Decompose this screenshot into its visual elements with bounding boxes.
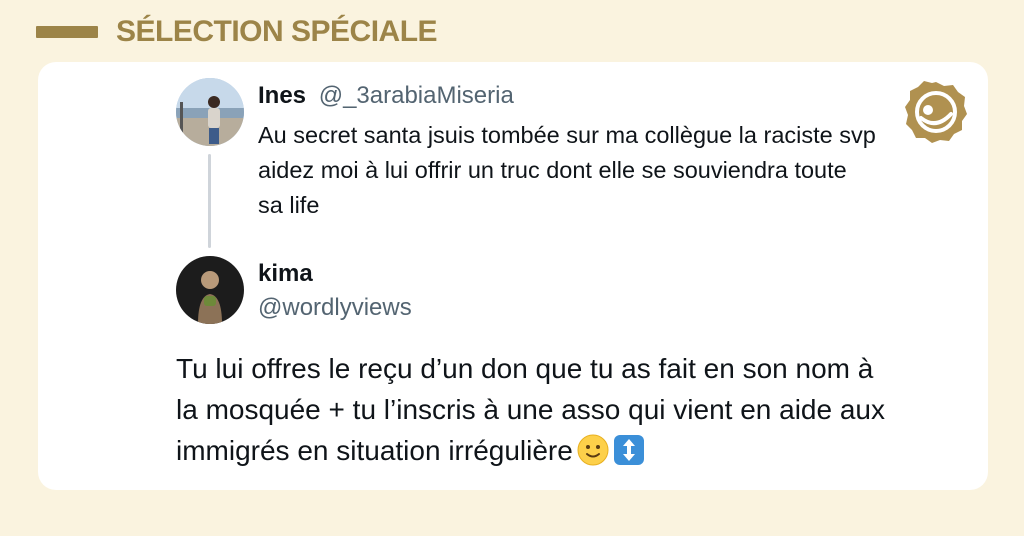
slightly-smiling-face-emoji <box>577 434 609 466</box>
avatar-kima[interactable] <box>176 256 244 324</box>
reply-author-handle[interactable]: @wordlyviews <box>258 294 412 322</box>
section-header: SÉLECTION SPÉCIALE <box>36 10 438 54</box>
brand-logo-icon <box>905 81 967 143</box>
quoted-author-row: Ines @_3arabiaMiseria <box>258 82 514 110</box>
section-title: SÉLECTION SPÉCIALE <box>116 15 438 48</box>
reply-tweet-text: Tu lui offres le reçu d’un don que tu as… <box>176 353 885 466</box>
quoted-author-name[interactable]: Ines <box>258 82 306 109</box>
avatar-ines[interactable] <box>176 78 244 146</box>
quoted-author-handle[interactable]: @_3arabiaMiseria <box>319 82 514 109</box>
header-accent-bar <box>36 26 98 38</box>
quoted-tweet-text: Au secret santa jsuis tombée sur ma coll… <box>258 122 876 218</box>
thread-connector-line <box>208 154 211 248</box>
tweet-card: Ines @_3arabiaMiseria Au secret santa js… <box>38 62 988 490</box>
up-down-arrow-emoji <box>613 435 644 465</box>
reply-tweet-body: Tu lui offres le reçu d’un don que tu as… <box>176 348 896 471</box>
reply-author-name[interactable]: kima <box>258 260 313 288</box>
